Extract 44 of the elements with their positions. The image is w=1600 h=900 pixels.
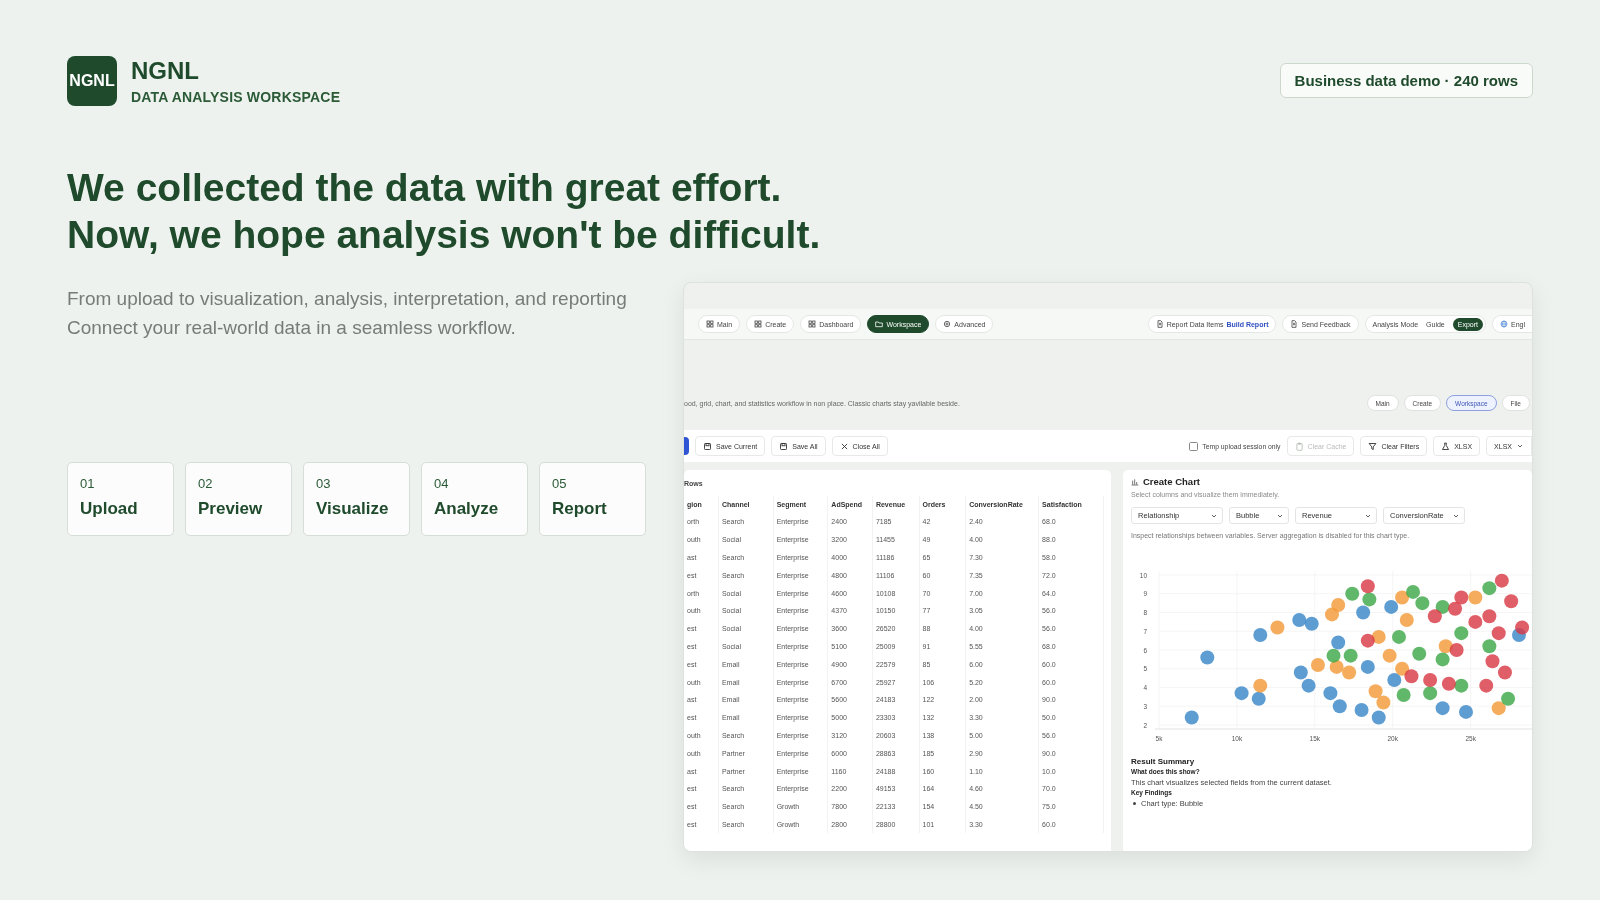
- brand-name: NGNL: [131, 57, 200, 85]
- intro-text: Connect your real-world data in a seamless workflow.: [67, 316, 517, 340]
- headline: Now, we hope analysis won't be difficult.: [67, 212, 822, 258]
- save-icon: [779, 441, 789, 451]
- step-number: 04: [434, 476, 449, 491]
- close-icon: [839, 441, 849, 451]
- step-card[interactable]: 03 Visualize: [303, 462, 410, 536]
- checkbox[interactable]: [1189, 441, 1199, 451]
- globe-icon: [1500, 320, 1508, 328]
- step-label: Analyze: [434, 499, 499, 519]
- gear-icon: [943, 320, 952, 328]
- clipboard-icon: [1294, 441, 1304, 451]
- active-marker: [684, 437, 689, 455]
- panel-title: Create Chart: [1143, 476, 1201, 487]
- step-card[interactable]: 04 Analyze: [421, 462, 528, 536]
- step-card[interactable]: 05 Report: [539, 462, 646, 536]
- grid-icon: [706, 320, 714, 328]
- step-number: 02: [198, 476, 213, 491]
- step-label: Upload: [80, 499, 138, 519]
- save-icon: [703, 441, 712, 451]
- bullet-icon: [1133, 802, 1136, 805]
- caret-icon: [1516, 442, 1524, 450]
- step-label: Preview: [198, 499, 263, 519]
- document-icon: [1155, 320, 1164, 328]
- step-number: 05: [552, 476, 567, 491]
- step-number: 01: [80, 476, 95, 491]
- folder-icon: [875, 320, 884, 328]
- step-label: Visualize: [316, 499, 389, 519]
- step-card[interactable]: 02 Preview: [185, 462, 292, 536]
- intro-text: From upload to visualization, analysis, interpretation, and reporting: [67, 287, 628, 311]
- info-badge: Business data demo · 240 rows: [1279, 63, 1533, 98]
- summary-title: Result Summary: [1131, 757, 1195, 766]
- logo: NGNL: [67, 56, 117, 106]
- flask-icon: [1441, 441, 1451, 451]
- grid-icon: [808, 320, 817, 328]
- step-card[interactable]: 01 Upload: [67, 462, 174, 536]
- step-number: 03: [316, 476, 331, 491]
- tagline: DATA ANALYSIS WORKSPACE: [131, 89, 341, 105]
- filter-icon: [1368, 441, 1378, 451]
- headline: We collected the data with great effort.: [67, 165, 783, 211]
- bar-chart-icon: [1131, 477, 1139, 486]
- grid-icon: [754, 320, 763, 328]
- step-label: Report: [552, 499, 607, 519]
- document-icon: [1290, 320, 1299, 328]
